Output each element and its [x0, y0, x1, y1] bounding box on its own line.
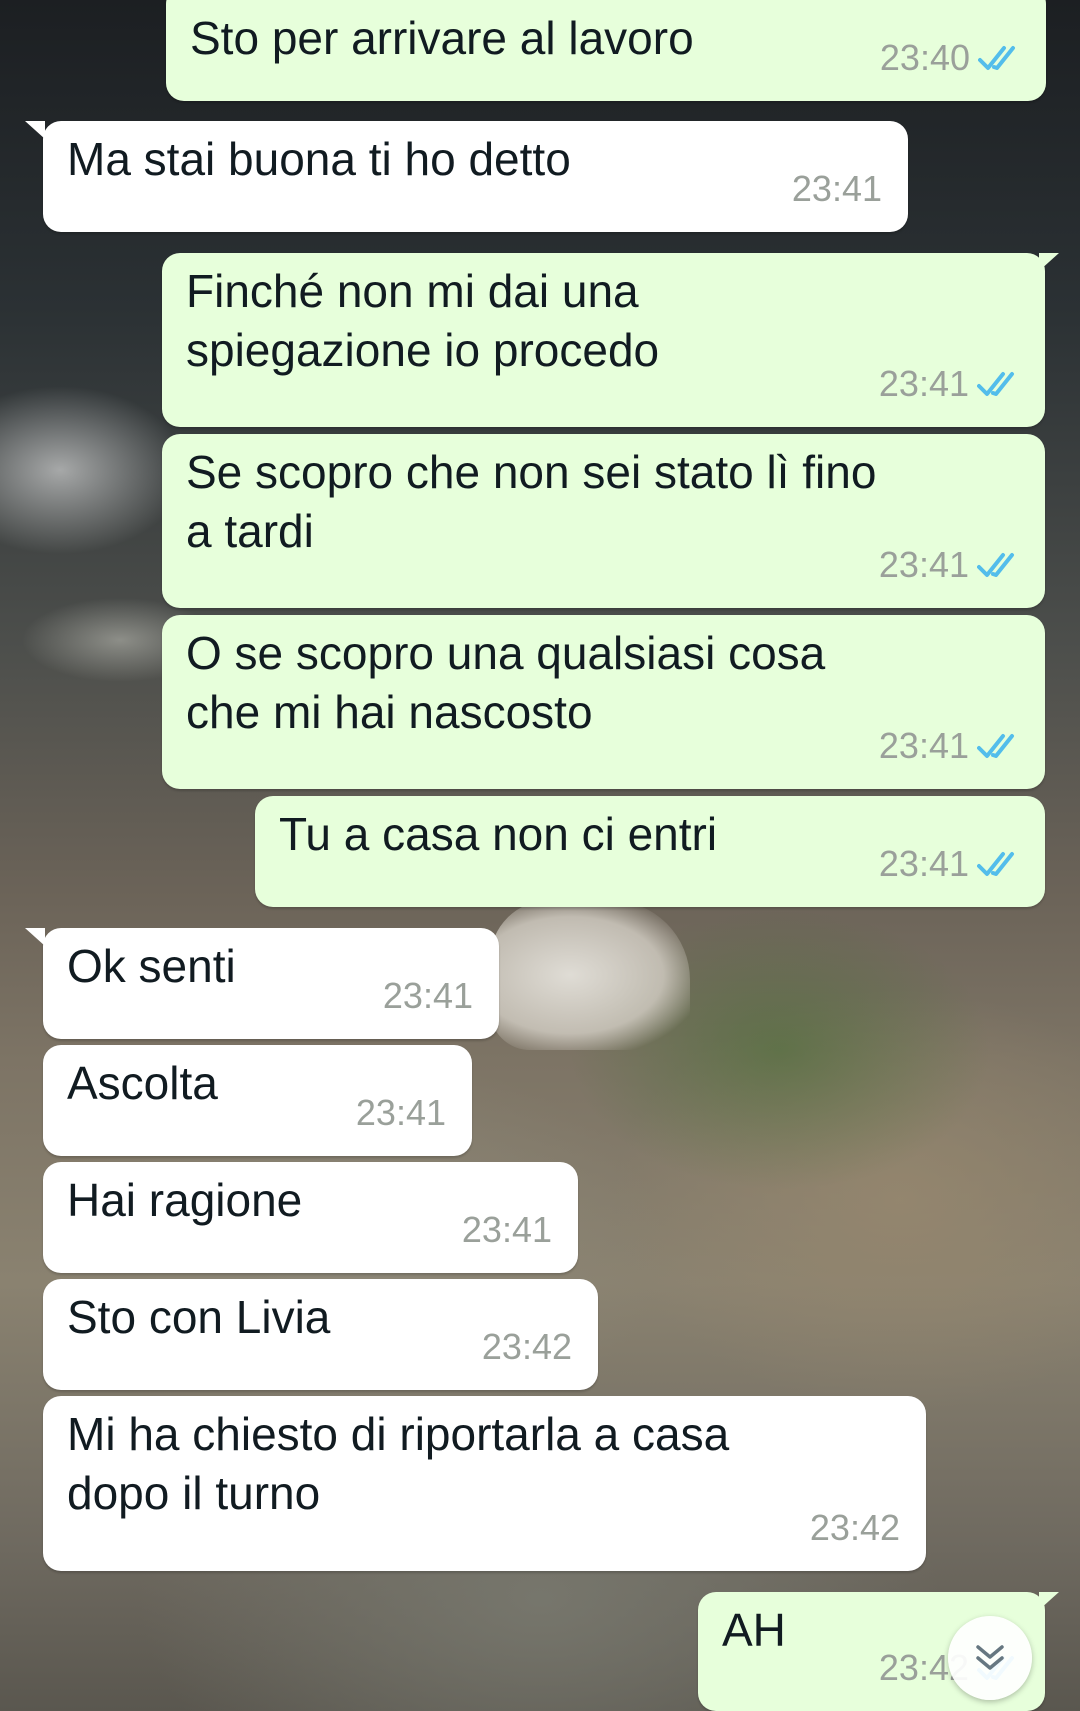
message-meta: 23:41: [383, 966, 473, 1025]
message-outgoing[interactable]: Tu a casa non ci entri 23:41: [255, 796, 1045, 907]
message-outgoing[interactable]: O se scopro una qualsiasi cosa che mi ha…: [162, 615, 1045, 789]
message-time: 23:41: [791, 168, 882, 209]
message-meta: 23:42: [482, 1317, 572, 1376]
message-meta: 23:41: [462, 1200, 552, 1259]
message-time: 23:41: [878, 725, 969, 766]
message-meta: 23:41: [879, 716, 1023, 775]
double-check-icon: [978, 45, 1015, 70]
message-outgoing[interactable]: Sto per arrivare al lavoro 23:40: [166, 0, 1046, 101]
message-incoming[interactable]: Sto con Livia 23:42: [43, 1279, 598, 1390]
message-text: Ma stai buona ti ho detto: [67, 133, 571, 185]
message-time: 23:41: [382, 975, 473, 1016]
double-check-icon: [977, 733, 1014, 758]
message-incoming[interactable]: Mi ha chiesto di riportarla a casa dopo …: [43, 1396, 926, 1571]
message-outgoing[interactable]: Finché non mi dai una spiegazione io pro…: [162, 253, 1059, 427]
message-meta: 23:41: [879, 834, 1023, 893]
message-incoming[interactable]: Ascolta 23:41: [43, 1045, 472, 1156]
message-time: 23:41: [878, 363, 969, 404]
double-check-icon: [977, 371, 1014, 396]
message-incoming[interactable]: Ma stai buona ti ho detto 23:41: [25, 121, 908, 232]
message-time: 23:41: [878, 544, 969, 585]
chevron-down-icon: [976, 1645, 1004, 1670]
message-meta: 23:42: [810, 1498, 900, 1557]
double-check-icon: [977, 851, 1014, 876]
message-time: 23:41: [461, 1209, 552, 1250]
message-meta: 23:40: [880, 28, 1024, 87]
message-time: 23:42: [481, 1326, 572, 1367]
message-incoming[interactable]: Ok senti 23:41: [25, 928, 499, 1039]
message-time: 23:42: [809, 1507, 900, 1548]
message-meta: 23:41: [792, 159, 882, 218]
message-list[interactable]: Sto per arrivare al lavoro 23:40 Ma stai…: [0, 0, 1080, 1711]
message-outgoing[interactable]: Se scopro che non sei stato lì fino a ta…: [162, 434, 1045, 608]
scroll-to-bottom-button[interactable]: [948, 1616, 1032, 1700]
message-meta: 23:41: [879, 354, 1023, 413]
message-time: 23:41: [355, 1092, 446, 1133]
message-incoming[interactable]: Hai ragione 23:41: [43, 1162, 578, 1273]
double-check-icon: [977, 552, 1014, 577]
message-text: Mi ha chiesto di riportarla a casa dopo …: [67, 1408, 730, 1519]
message-time: 23:40: [879, 37, 970, 78]
message-meta: 23:41: [879, 535, 1023, 594]
message-meta: 23:41: [356, 1083, 446, 1142]
message-time: 23:41: [878, 843, 969, 884]
